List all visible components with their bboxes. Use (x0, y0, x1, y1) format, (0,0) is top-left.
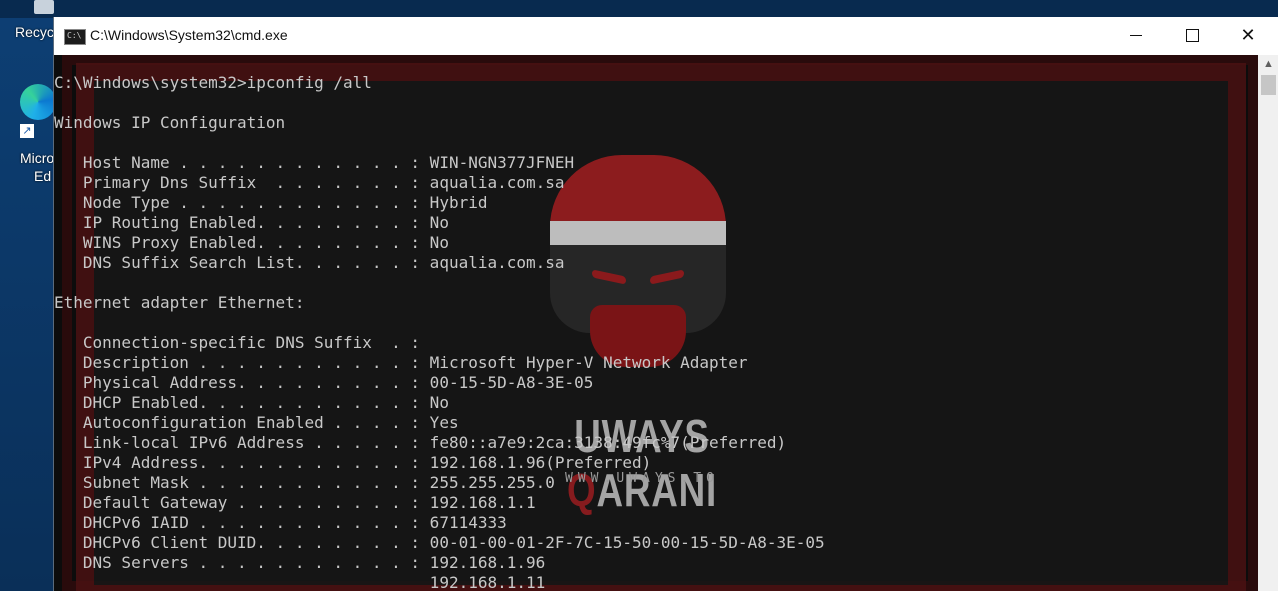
minimize-icon (1130, 35, 1142, 36)
cmd-window: C:\ C:\Windows\System32\cmd.exe ✕ UWAYS … (53, 17, 1278, 591)
edge-label-line2: Ed (34, 168, 52, 184)
shortcut-arrow-icon: ↗ (20, 124, 34, 138)
console-line: IPv4 Address. . . . . . . . . . . : 192.… (54, 453, 652, 472)
console-line: Node Type . . . . . . . . . . . . : Hybr… (54, 193, 488, 212)
title-bar[interactable]: C:\ C:\Windows\System32\cmd.exe ✕ (54, 17, 1278, 55)
console-line: WINS Proxy Enabled. . . . . . . . : No (54, 233, 449, 252)
recycle-bin-label: Recyc (15, 24, 54, 40)
vertical-scrollbar[interactable]: ▲ (1258, 55, 1278, 591)
maximize-icon (1186, 29, 1199, 42)
edge-icon (20, 84, 56, 120)
console-line: Autoconfiguration Enabled . . . . : Yes (54, 413, 459, 432)
recycle-bin-icon (34, 0, 54, 14)
console-line: DHCPv6 IAID . . . . . . . . . . . : 6711… (54, 513, 507, 532)
console-line: Description . . . . . . . . . . . : Micr… (54, 353, 748, 372)
console-line: Primary Dns Suffix . . . . . . . : aqual… (54, 173, 565, 192)
edge-label-line1: Micro (20, 150, 55, 166)
console-line: DNS Servers . . . . . . . . . . . : 192.… (54, 553, 546, 572)
console-line: DHCPv6 Client DUID. . . . . . . . : 00-0… (54, 533, 825, 552)
console-line: DNS Suffix Search List. . . . . . : aqua… (54, 253, 565, 272)
close-icon: ✕ (1240, 25, 1256, 45)
console-line: C:\Windows\system32>ipconfig /all (54, 73, 372, 92)
close-button[interactable]: ✕ (1220, 17, 1276, 53)
console-line: DHCP Enabled. . . . . . . . . . . : No (54, 393, 449, 412)
scroll-thumb[interactable] (1261, 75, 1276, 95)
console-output: C:\Windows\system32>ipconfig /all Windows… (54, 73, 825, 591)
console-line: 192.168.1.11 (54, 573, 546, 591)
cmd-icon-text: C:\ (67, 31, 82, 40)
console-line: Connection-specific DNS Suffix . : (54, 333, 421, 352)
console-line: Subnet Mask . . . . . . . . . . . : 255.… (54, 473, 555, 492)
maximize-button[interactable] (1164, 17, 1220, 53)
console-line: IP Routing Enabled. . . . . . . . : No (54, 213, 449, 232)
console-line: Default Gateway . . . . . . . . . : 192.… (54, 493, 536, 512)
console-line: Link-local IPv6 Address . . . . . : fe80… (54, 433, 787, 452)
desktop-top-strip (0, 0, 1278, 18)
minimize-button[interactable] (1108, 17, 1164, 53)
window-title: C:\Windows\System32\cmd.exe (90, 27, 288, 43)
console-area[interactable]: UWAYS QARANI WWW.UWAYS.TO C:\Windows\sys… (54, 55, 1258, 591)
cmd-app-icon[interactable]: C:\ (64, 29, 86, 45)
scroll-up-icon[interactable]: ▲ (1258, 55, 1278, 73)
console-line: Windows IP Configuration (54, 113, 286, 132)
console-line: Ethernet adapter Ethernet: (54, 293, 305, 312)
console-line: Host Name . . . . . . . . . . . . : WIN-… (54, 153, 575, 172)
console-line: Physical Address. . . . . . . . . : 00-1… (54, 373, 594, 392)
